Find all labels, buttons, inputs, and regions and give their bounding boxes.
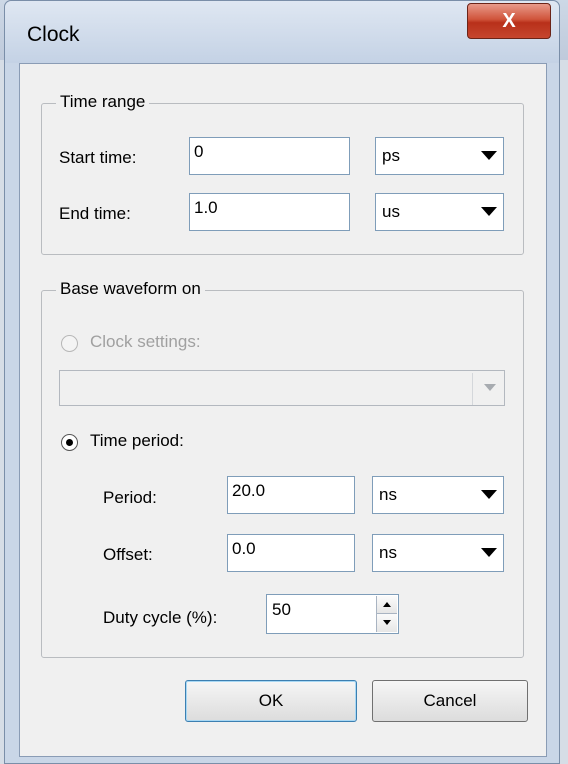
spin-buttons [376, 596, 397, 632]
offset-input[interactable]: 0.0 [227, 534, 355, 572]
time-period-radio[interactable] [61, 434, 78, 451]
cancel-button[interactable]: Cancel [372, 680, 528, 722]
chevron-down-icon [481, 490, 497, 499]
title-bar: Clock X [5, 1, 559, 63]
start-time-input[interactable]: 0 [189, 137, 350, 175]
chevron-down-icon [481, 207, 497, 216]
radio-selected-dot [66, 439, 73, 446]
start-time-label: Start time: [59, 148, 137, 167]
chevron-down-icon [484, 384, 496, 391]
base-waveform-group: Base waveform on Clock settings: Time pe… [41, 279, 524, 658]
duty-cycle-value: 50 [272, 600, 291, 619]
period-input[interactable]: 20.0 [227, 476, 355, 514]
offset-unit-value: ns [379, 543, 397, 562]
dialog-title: Clock [27, 23, 80, 46]
duty-cycle-label: Duty cycle (%): [103, 608, 218, 627]
time-period-label: Time period: [90, 431, 184, 450]
chevron-down-icon [481, 548, 497, 557]
close-button[interactable]: X [467, 3, 551, 39]
start-time-unit-select[interactable]: ps [375, 137, 504, 175]
dialog-body: Time range Start time: 0 ps End time: 1.… [19, 63, 547, 757]
base-waveform-legend: Base waveform on [56, 279, 205, 299]
spin-down-icon[interactable] [377, 614, 397, 632]
ok-button[interactable]: OK [185, 680, 357, 722]
period-unit-select[interactable]: ns [372, 476, 504, 514]
offset-unit-select[interactable]: ns [372, 534, 504, 572]
spin-up-icon[interactable] [377, 596, 397, 614]
chevron-down-icon [481, 151, 497, 160]
close-icon: X [502, 9, 516, 32]
offset-label: Offset: [103, 545, 153, 564]
duty-cycle-spinner[interactable]: 50 [266, 594, 399, 634]
end-time-unit-value: us [382, 202, 400, 221]
end-time-unit-select[interactable]: us [375, 193, 504, 231]
clock-settings-label: Clock settings: [90, 332, 201, 351]
start-time-unit-value: ps [382, 146, 400, 165]
clock-settings-select[interactable] [59, 370, 505, 406]
clock-dialog: Clock X Time range Start time: 0 ps End … [4, 0, 560, 764]
end-time-input[interactable]: 1.0 [189, 193, 350, 231]
time-range-group: Time range Start time: 0 ps End time: 1.… [41, 92, 524, 255]
clock-settings-radio[interactable] [61, 335, 78, 352]
end-time-label: End time: [59, 204, 131, 223]
time-range-legend: Time range [56, 92, 150, 112]
period-label: Period: [103, 488, 157, 507]
period-unit-value: ns [379, 485, 397, 504]
